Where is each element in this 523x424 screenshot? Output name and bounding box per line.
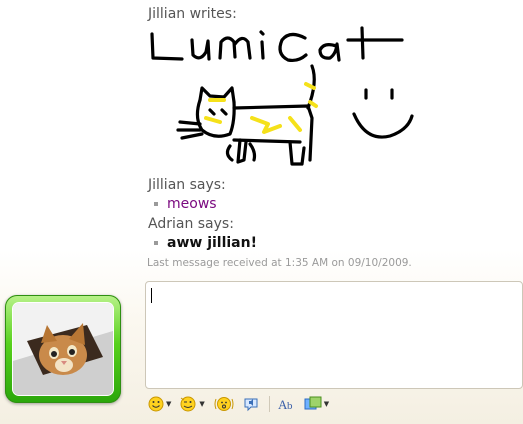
message-input[interactable] — [145, 281, 523, 389]
background-icon — [304, 396, 322, 410]
cat-photo-icon — [13, 303, 113, 395]
wink-button[interactable]: ▼ — [179, 396, 205, 412]
message-text: aww jillian! — [167, 235, 257, 251]
font-icon: A b — [278, 397, 293, 412]
chevron-down-icon: ▼ — [166, 400, 172, 408]
bullet-icon — [154, 202, 158, 206]
handwriting-sender: Jillian writes: — [148, 6, 237, 22]
last-message-status: Last message received at 1:35 AM on 09/1… — [147, 257, 412, 269]
font-button[interactable]: A b — [278, 396, 296, 412]
nudge-button[interactable] — [213, 396, 235, 412]
bullet-icon — [154, 241, 158, 245]
nudge-icon — [214, 397, 234, 411]
handwritten-ink — [150, 26, 414, 166]
message-sender: Jillian says: — [148, 177, 226, 193]
message-item: meows — [154, 196, 217, 212]
message-text: meows — [167, 196, 217, 212]
toolbar-divider — [268, 396, 270, 412]
compose-toolbar: ▼ ▼ A b ▼ — [148, 393, 337, 415]
wink-icon — [180, 396, 196, 412]
avatar — [13, 303, 113, 395]
background-button[interactable]: ▼ — [304, 396, 329, 412]
voice-clip-button[interactable] — [243, 396, 259, 412]
text-caret — [151, 288, 152, 303]
message-sender: Adrian says: — [148, 216, 234, 232]
emoticon-button[interactable]: ▼ — [148, 396, 171, 412]
chevron-down-icon: ▼ — [199, 400, 205, 408]
chevron-down-icon: ▼ — [323, 400, 330, 408]
voice-clip-icon — [244, 398, 258, 412]
conversation-history: Jillian writes: Jillian says: meows Adri… — [0, 0, 523, 282]
display-picture-frame[interactable] — [5, 295, 121, 403]
message-item: aww jillian! — [154, 235, 257, 251]
emoticon-icon — [148, 396, 164, 412]
svg-text:b: b — [287, 400, 293, 412]
